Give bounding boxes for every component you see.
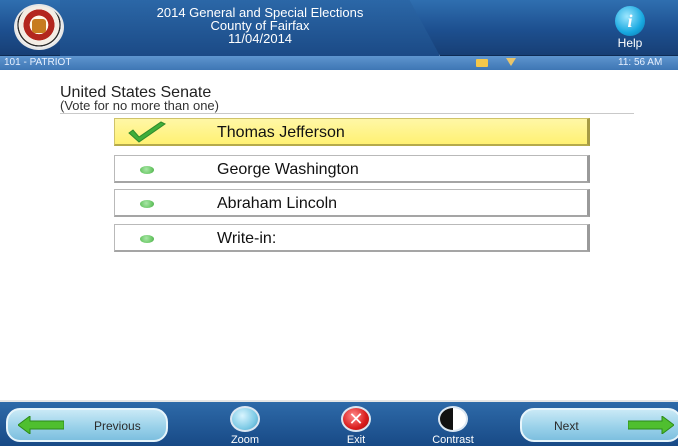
zoom-icon <box>230 406 260 432</box>
folder-icon <box>476 59 488 67</box>
unselected-dot-icon <box>140 166 154 174</box>
clock: 11: 56 AM <box>618 57 663 68</box>
ballot-header: 2014 General and Special Elections Count… <box>0 0 678 56</box>
contrast-label: Contrast <box>432 434 474 446</box>
candidate-option-thomas-jefferson[interactable]: Thomas Jefferson <box>114 118 590 146</box>
candidate-option-george-washington[interactable]: George Washington <box>114 155 590 183</box>
precinct-label: 101 - PATRIOT <box>4 57 72 68</box>
next-button[interactable]: Next <box>520 408 678 442</box>
candidate-name: Write-in: <box>217 230 277 247</box>
candidate-name: Abraham Lincoln <box>217 195 338 212</box>
contest-instructions: (Vote for no more than one) <box>60 98 219 113</box>
candidate-name: George Washington <box>217 161 359 178</box>
unselected-dot-icon <box>140 200 154 208</box>
unselected-dot-icon <box>140 235 154 243</box>
help-button[interactable]: i Help <box>590 6 670 52</box>
help-label: Help <box>617 36 643 50</box>
zoom-label: Zoom <box>230 434 260 446</box>
info-icon: i <box>615 6 645 36</box>
arrow-right-icon <box>628 416 674 434</box>
arrow-left-icon <box>18 416 64 434</box>
contrast-icon <box>438 406 468 432</box>
close-icon: ✕ <box>341 406 371 432</box>
candidate-name: Thomas Jefferson <box>217 124 345 141</box>
exit-label: Exit <box>346 434 366 446</box>
checkmark-icon <box>128 121 166 143</box>
contrast-button[interactable]: Contrast <box>418 406 488 446</box>
status-icons <box>476 58 526 68</box>
seal-center <box>32 19 46 33</box>
candidate-option-abraham-lincoln[interactable]: Abraham Lincoln <box>114 189 590 217</box>
status-bar: 101 - PATRIOT 11: 56 AM <box>0 56 678 70</box>
candidate-option-write-in[interactable]: Write-in: <box>114 224 590 252</box>
contest-divider <box>60 113 634 114</box>
next-label: Next <box>554 419 579 433</box>
previous-label: Previous <box>94 419 141 433</box>
zoom-button[interactable]: Zoom <box>210 406 280 446</box>
ballot-footer: Previous Zoom ✕ Exit Contrast Next <box>0 402 678 446</box>
previous-button[interactable]: Previous <box>6 408 168 442</box>
election-date: 11/04/2014 <box>227 31 293 46</box>
filter-icon <box>506 58 516 66</box>
county-seal-icon <box>14 4 64 50</box>
exit-button[interactable]: ✕ Exit <box>321 406 391 446</box>
election-info: 2014 General and Special Elections Count… <box>110 6 410 45</box>
